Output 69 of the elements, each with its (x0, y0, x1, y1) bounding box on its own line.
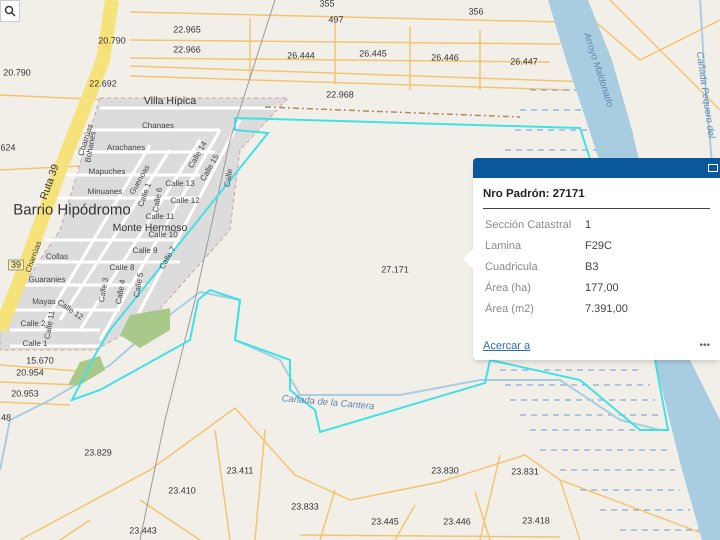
parcel-number: 23.411 (226, 466, 254, 476)
street-name: Arachanes (106, 144, 146, 152)
street-name: Calle 9 (132, 247, 158, 255)
street-name: Calle (223, 168, 235, 188)
street-name: Calle 12 (170, 197, 200, 205)
field-label: Cuadricula (485, 260, 539, 276)
parcel-number: 624 (0, 144, 16, 152)
parcel-number: 23.831 (511, 468, 539, 476)
parcel-number: 23.410 (168, 486, 196, 496)
parcel-number: 20.954 (16, 368, 44, 378)
street-name: Calle 13 (165, 180, 195, 188)
parcel-number: 23.418 (522, 516, 550, 526)
parcel-number: 22.966 (173, 46, 201, 54)
parcel-number: 23.445 (371, 518, 399, 526)
maximize-icon[interactable] (708, 164, 718, 172)
street-name: Guaranies (28, 276, 66, 284)
street-name: Calle 4 (114, 279, 128, 305)
popup-title: Nro Padrón: 27171 (483, 186, 710, 210)
street-name: Chanaes (142, 122, 174, 130)
parcel-number: 26.446 (431, 54, 459, 62)
street-name: Calle 8 (110, 264, 134, 272)
parcel-number: 497 (328, 16, 344, 24)
street-name: Calle 5 (132, 272, 146, 298)
street-name: Mayas (32, 298, 56, 306)
street-name: Calle 11 (44, 310, 56, 340)
route-shield: 39 (8, 260, 24, 270)
field-value: 7.391,00 (585, 302, 628, 318)
parcel-number: 23.830 (431, 466, 459, 476)
street-name: Calle 2 (20, 320, 46, 328)
parcel-number: 48 (1, 414, 11, 422)
field-value: F29C (585, 239, 612, 254)
field-label: Área (m2) (485, 302, 535, 318)
street-name: Minuanes (88, 188, 122, 196)
street-name: Calle 11 (146, 213, 174, 221)
field-value: 177,00 (585, 281, 619, 296)
zoom-to-link[interactable]: Acercar a (483, 338, 530, 354)
search-button[interactable] (0, 0, 20, 22)
street-name: Mapuches (88, 168, 126, 176)
parcel-number: 20.790 (3, 68, 31, 78)
place-name: Villa Hípica (144, 96, 196, 106)
road-name: Ruta 39 (38, 162, 62, 202)
parcel-number: 20.953 (11, 390, 39, 398)
waterway-name: Cañada Pequero del (694, 51, 716, 139)
parcel-number: 23.446 (443, 518, 471, 526)
parcel-number: 23.833 (291, 502, 319, 512)
parcel-number: 355 (319, 0, 335, 8)
street-name: Calle 12 (56, 298, 84, 322)
field-label: Área (ha) (485, 280, 532, 296)
field-label: Lamina (485, 239, 522, 254)
street-name: Collas (46, 253, 68, 261)
parcel-number: 26.445 (359, 50, 387, 58)
parcel-number: 22.968 (326, 90, 354, 100)
parcel-number: 22.965 (173, 26, 201, 34)
street-name: Calle 1 (22, 340, 48, 348)
waterway-name: Cañada de la Cantera (281, 394, 375, 412)
field-value: 1 (585, 218, 592, 234)
street-name: Calle 10 (148, 231, 178, 239)
parcel-number: 15.670 (26, 356, 54, 366)
search-icon (4, 5, 16, 17)
more-button[interactable]: ••• (699, 340, 710, 351)
parcel-number: 27.171 (381, 266, 409, 274)
parcel-number: 356 (468, 8, 484, 16)
field-label: Sección Catastral (485, 218, 572, 234)
parcel-number: 26.444 (287, 52, 315, 60)
parcel-number: 23.829 (84, 448, 112, 458)
parcel-number: 23.443 (129, 526, 157, 536)
field-value: B3 (585, 260, 598, 276)
street-name: Calle 6 (152, 187, 164, 213)
street-name: Calle 3 (98, 277, 110, 303)
